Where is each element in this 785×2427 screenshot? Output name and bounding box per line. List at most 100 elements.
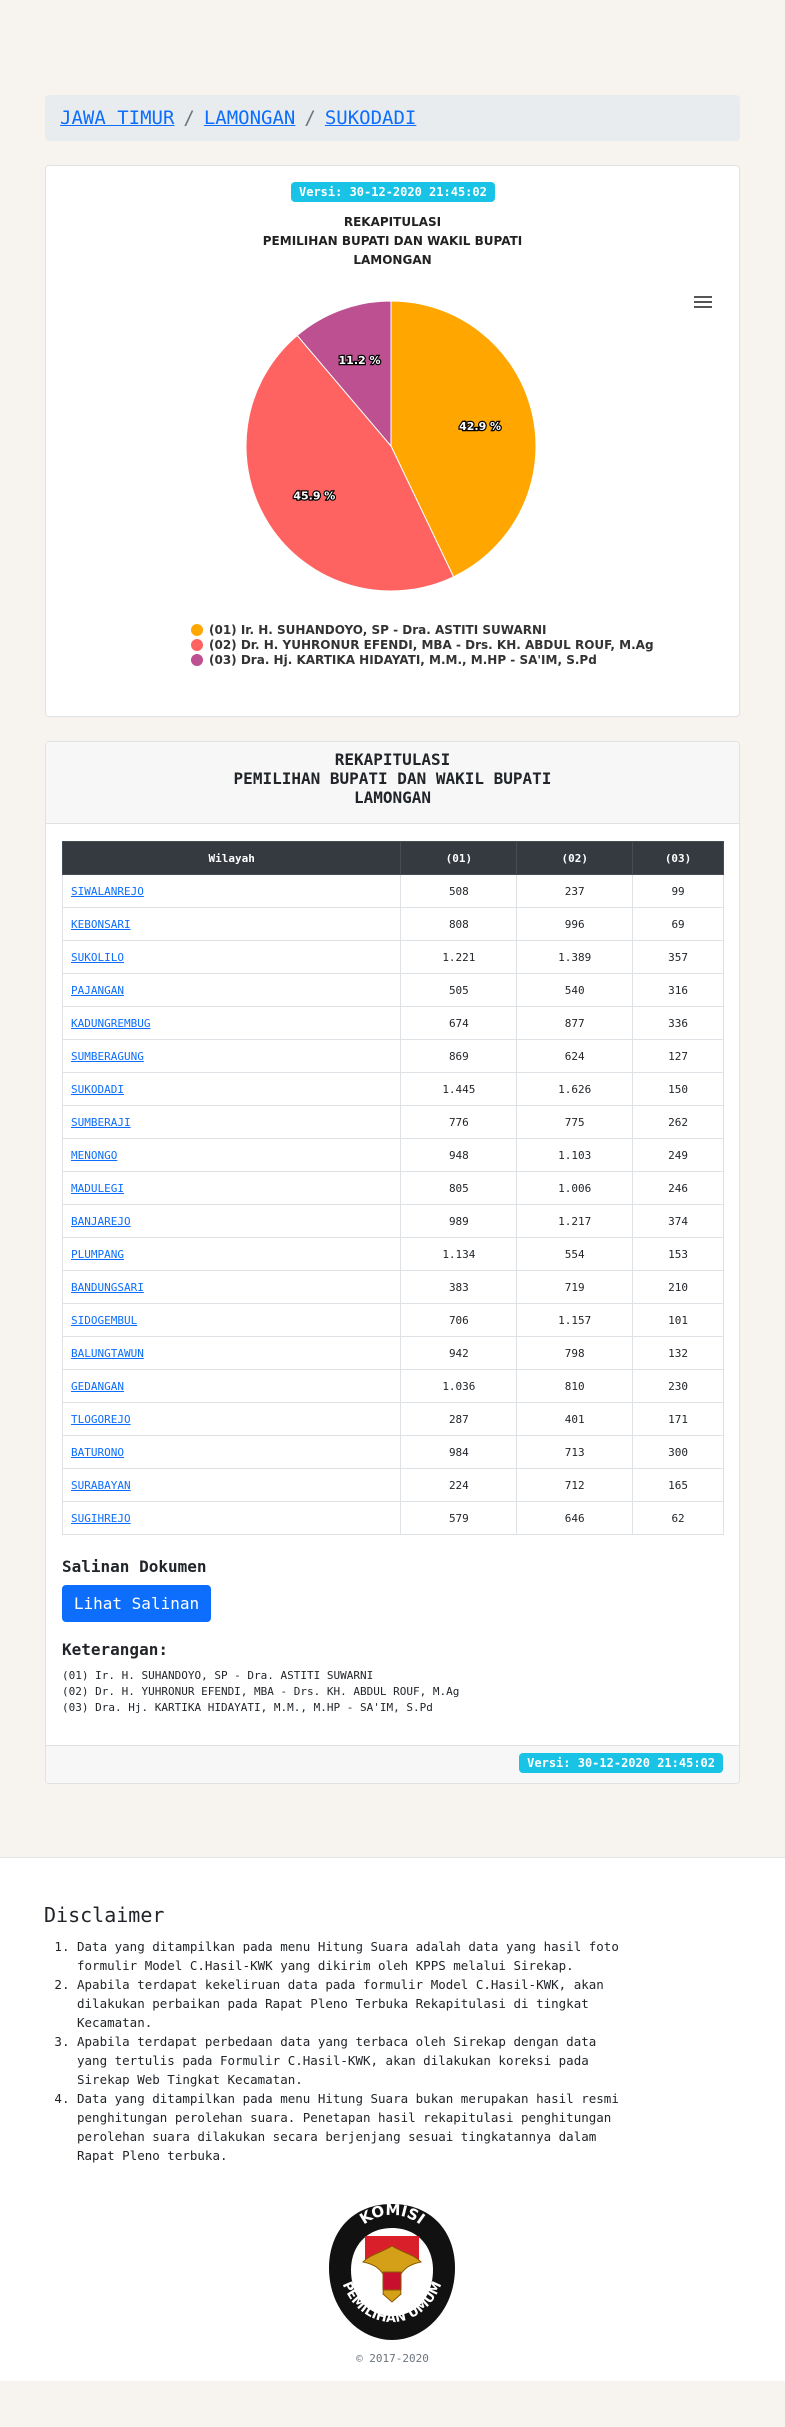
table-row: SUKODADI 1.445 1.626 150: [61, 1072, 724, 1106]
table-title-line: LAMONGAN: [353, 788, 432, 807]
cell-votes-02: 237: [516, 874, 634, 908]
cell-votes-02: 1.006: [516, 1171, 634, 1205]
cell-votes-02: 810: [516, 1369, 634, 1403]
wilayah-link[interactable]: SUKOLILO: [71, 951, 124, 964]
wilayah-link[interactable]: SUKODADI: [71, 1083, 124, 1096]
wilayah-link[interactable]: PLUMPANG: [71, 1248, 124, 1261]
table-card-header: REKAPITULASI PEMILIHAN BUPATI DAN WAKIL …: [46, 742, 739, 824]
table-row: BALUNGTAWUN 942 798 132: [61, 1336, 724, 1370]
cell-votes-01: 942: [400, 1336, 518, 1370]
chart-menu-icon[interactable]: [694, 296, 712, 310]
cell-wilayah: PLUMPANG: [61, 1237, 402, 1271]
cell-votes-03: 99: [632, 874, 724, 908]
cell-votes-03: 150: [632, 1072, 724, 1106]
wilayah-link[interactable]: BATURONO: [71, 1446, 124, 1459]
wilayah-link[interactable]: MENONGO: [71, 1149, 117, 1162]
table-row: GEDANGAN 1.036 810 230: [61, 1369, 724, 1403]
view-copy-button[interactable]: Lihat Salinan: [62, 1585, 211, 1622]
recap-table-card: REKAPITULASI PEMILIHAN BUPATI DAN WAKIL …: [45, 741, 740, 1784]
legend-label: (01) Ir. H. SUHANDOYO, SP - Dra. ASTITI …: [209, 622, 547, 637]
disclaimer-list: Data yang ditampilkan pada menu Hitung S…: [77, 1937, 632, 2165]
table-row: SUMBERAJI 776 775 262: [61, 1105, 724, 1139]
legend-swatch: [191, 623, 203, 636]
breadcrumb-separator: /: [304, 107, 316, 129]
pie-data-label: 45.9 %: [293, 490, 335, 503]
cell-wilayah: SURABAYAN: [61, 1468, 402, 1502]
wilayah-link[interactable]: PAJANGAN: [71, 984, 124, 997]
wilayah-link[interactable]: KEBONSARI: [71, 918, 131, 931]
cell-wilayah: TLOGOREJO: [61, 1402, 402, 1436]
wilayah-link[interactable]: SIDOGEMBUL: [71, 1314, 137, 1327]
table-row: TLOGOREJO 287 401 171: [61, 1402, 724, 1436]
table-row: SUGIHREJO 579 646 62: [61, 1501, 724, 1535]
legend-swatch: [191, 653, 203, 666]
recap-table: Wilayah (01) (02) (03) SIWALANREJO 508 237…: [61, 841, 724, 1535]
breadcrumb-item-regency[interactable]: LAMONGAN: [204, 107, 296, 129]
disclaimer-item: Data yang ditampilkan pada menu Hitung S…: [77, 1937, 632, 1975]
legend-item-02[interactable]: (02) Dr. H. YUHRONUR EFENDI, MBA - Drs. …: [191, 637, 654, 652]
salinan-title: Salinan Dokumen: [62, 1557, 207, 1576]
legend-item-01[interactable]: (01) Ir. H. SUHANDOYO, SP - Dra. ASTITI …: [191, 622, 654, 637]
cell-votes-03: 230: [632, 1369, 724, 1403]
cell-wilayah: BALUNGTAWUN: [61, 1336, 402, 1370]
cell-votes-03: 300: [632, 1435, 724, 1469]
cell-votes-01: 383: [400, 1270, 518, 1304]
cell-wilayah: SUGIHREJO: [61, 1501, 402, 1535]
wilayah-link[interactable]: SURABAYAN: [71, 1479, 131, 1492]
cell-votes-03: 246: [632, 1171, 724, 1205]
table-row: SUMBERAGUNG 869 624 127: [61, 1039, 724, 1073]
cell-votes-01: 579: [400, 1501, 518, 1535]
disclaimer-title: Disclaimer: [44, 1903, 165, 1927]
wilayah-link[interactable]: MADULEGI: [71, 1182, 124, 1195]
table-row: PLUMPANG 1.134 554 153: [61, 1237, 724, 1271]
cell-wilayah: MADULEGI: [61, 1171, 402, 1205]
cell-wilayah: SUKODADI: [61, 1072, 402, 1106]
wilayah-link[interactable]: KADUNGREMBUG: [71, 1017, 150, 1030]
wilayah-link[interactable]: BALUNGTAWUN: [71, 1347, 144, 1360]
chart-title-line: PEMILIHAN BUPATI DAN WAKIL BUPATI: [262, 234, 523, 248]
table-row: SIWALANREJO 508 237 99: [61, 874, 724, 908]
wilayah-link[interactable]: SUMBERAJI: [71, 1116, 131, 1129]
cell-votes-03: 101: [632, 1303, 724, 1337]
cell-votes-01: 287: [400, 1402, 518, 1436]
cell-votes-01: 224: [400, 1468, 518, 1502]
wilayah-link[interactable]: GEDANGAN: [71, 1380, 124, 1393]
cell-votes-01: 1.221: [400, 940, 518, 974]
breadcrumb-item-province[interactable]: JAWA TIMUR: [60, 107, 174, 129]
wilayah-link[interactable]: BANDUNGSARI: [71, 1281, 144, 1294]
wilayah-link[interactable]: SUMBERAGUNG: [71, 1050, 144, 1063]
cell-votes-02: 1.217: [516, 1204, 634, 1238]
wilayah-link[interactable]: BANJAREJO: [71, 1215, 131, 1228]
cell-wilayah: SUMBERAGUNG: [61, 1039, 402, 1073]
cell-votes-03: 262: [632, 1105, 724, 1139]
table-title-line: REKAPITULASI: [334, 750, 451, 769]
keterangan-list: (01) Ir. H. SUHANDOYO, SP - Dra. ASTITI …: [62, 1668, 459, 1716]
cell-wilayah: BANDUNGSARI: [61, 1270, 402, 1304]
wilayah-link[interactable]: SIWALANREJO: [71, 885, 144, 898]
legend-item-03[interactable]: (03) Dra. Hj. KARTIKA HIDAYATI, M.M., M.…: [191, 652, 654, 667]
cell-votes-01: 805: [400, 1171, 518, 1205]
table-row: KEBONSARI 808 996 69: [61, 907, 724, 941]
chart-title-line: LAMONGAN: [353, 253, 432, 267]
cell-votes-01: 508: [400, 874, 518, 908]
cell-votes-01: 869: [400, 1039, 518, 1073]
cell-wilayah: BANJAREJO: [61, 1204, 402, 1238]
cell-votes-02: 877: [516, 1006, 634, 1040]
cell-votes-03: 316: [632, 973, 724, 1007]
table-row: SIDOGEMBUL 706 1.157 101: [61, 1303, 724, 1337]
cell-wilayah: SUKOLILO: [61, 940, 402, 974]
breadcrumb-item-district[interactable]: SUKODADI: [325, 107, 417, 129]
legend-swatch: [191, 638, 203, 651]
cell-votes-02: 401: [516, 1402, 634, 1436]
table-row: PAJANGAN 505 540 316: [61, 973, 724, 1007]
cell-votes-01: 1.445: [400, 1072, 518, 1106]
wilayah-link[interactable]: SUGIHREJO: [71, 1512, 131, 1525]
cell-votes-02: 646: [516, 1501, 634, 1535]
cell-votes-02: 540: [516, 973, 634, 1007]
table-card-footer: Versi: 30-12-2020 21:45:02: [46, 1745, 739, 1783]
wilayah-link[interactable]: TLOGOREJO: [71, 1413, 131, 1426]
disclaimer-item: Apabila terdapat perbedaan data yang ter…: [77, 2032, 632, 2089]
cell-votes-03: 210: [632, 1270, 724, 1304]
legend-label: (02) Dr. H. YUHRONUR EFENDI, MBA - Drs. …: [209, 637, 654, 652]
cell-votes-02: 624: [516, 1039, 634, 1073]
